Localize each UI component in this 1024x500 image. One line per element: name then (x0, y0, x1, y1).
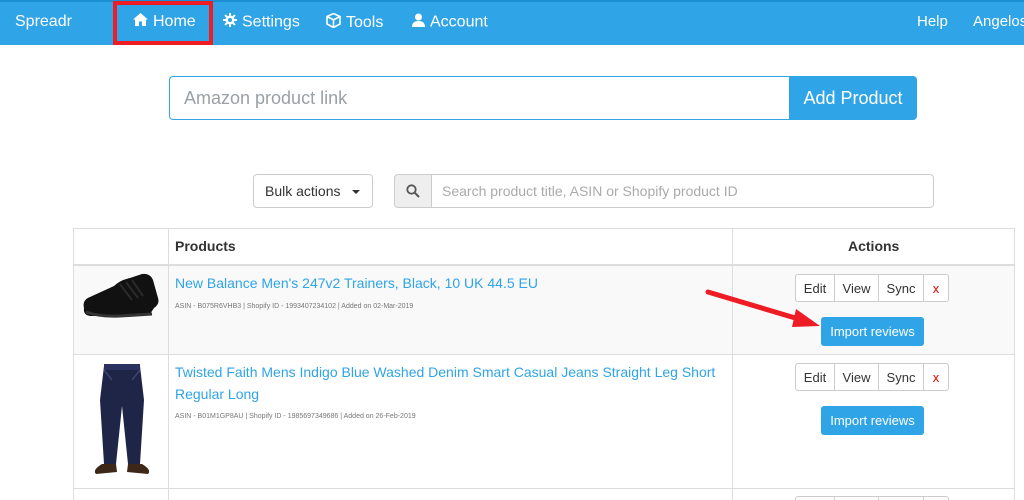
view-button[interactable]: View (834, 274, 879, 302)
col-divider (732, 228, 733, 500)
nav-tools[interactable]: Tools (326, 12, 384, 33)
product-title-link[interactable]: New Balance Men's 247v2 Trainers, Black,… (175, 272, 730, 294)
sync-button[interactable] (878, 496, 924, 500)
import-reviews-button[interactable]: Import reviews (821, 406, 924, 435)
nav-settings[interactable]: Settings (223, 13, 300, 32)
edit-button[interactable]: Edit (795, 363, 835, 391)
header-actions: Actions (848, 238, 900, 254)
product-search-input[interactable] (431, 174, 934, 208)
brand-logo[interactable]: Spreadr (15, 13, 72, 31)
caret-down-icon (352, 190, 360, 194)
nav-user-menu[interactable]: Angelos (973, 13, 1024, 30)
delete-button[interactable]: x (923, 363, 949, 391)
row-action-group: Edit View Sync x (795, 363, 949, 391)
row-divider (73, 488, 1015, 489)
add-product-group: Add Product (169, 76, 917, 120)
delete-button[interactable]: x (923, 274, 949, 302)
user-icon (412, 13, 425, 32)
product-title-line: Regular Long (175, 386, 260, 402)
header-products: Products (175, 238, 236, 254)
amazon-link-input[interactable] (169, 76, 790, 120)
nav-settings-label: Settings (242, 13, 300, 31)
product-meta: ASIN - B075R6VHB3 | Shopify ID - 1993407… (175, 303, 414, 310)
product-thumbnail-jeans[interactable] (82, 360, 162, 485)
sync-button[interactable]: Sync (878, 363, 924, 391)
sync-button[interactable]: Sync (878, 274, 924, 302)
row-action-group (795, 496, 949, 500)
edit-button[interactable] (795, 496, 835, 500)
product-title-link[interactable]: Twisted Faith Mens Indigo Blue Washed De… (175, 361, 730, 405)
nav-account[interactable]: Account (412, 13, 488, 32)
nav-help[interactable]: Help (917, 13, 948, 30)
product-thumbnail-sneaker[interactable] (80, 270, 162, 330)
product-meta: ASIN - B01M1GP8AU | Shopify ID - 1985697… (175, 413, 416, 420)
nav-tools-label: Tools (346, 14, 384, 32)
bulk-actions-label: Bulk actions (265, 183, 341, 199)
col-divider (168, 228, 169, 500)
product-title-line: Twisted Faith Mens Indigo Blue Washed De… (175, 364, 716, 380)
import-reviews-button[interactable]: Import reviews (821, 317, 924, 346)
add-product-button[interactable]: Add Product (789, 76, 917, 120)
view-button[interactable] (834, 496, 879, 500)
row-divider (73, 354, 1015, 355)
view-button[interactable]: View (834, 363, 879, 391)
search-icon (406, 184, 420, 203)
nav-account-label: Account (430, 13, 488, 31)
annotation-arrow-icon (705, 289, 820, 327)
search-addon (394, 174, 432, 208)
delete-button[interactable] (923, 496, 949, 500)
bulk-actions-dropdown[interactable]: Bulk actions (253, 174, 373, 208)
home-highlight-box (113, 1, 213, 45)
gear-icon (223, 13, 237, 32)
cube-icon (326, 12, 341, 33)
